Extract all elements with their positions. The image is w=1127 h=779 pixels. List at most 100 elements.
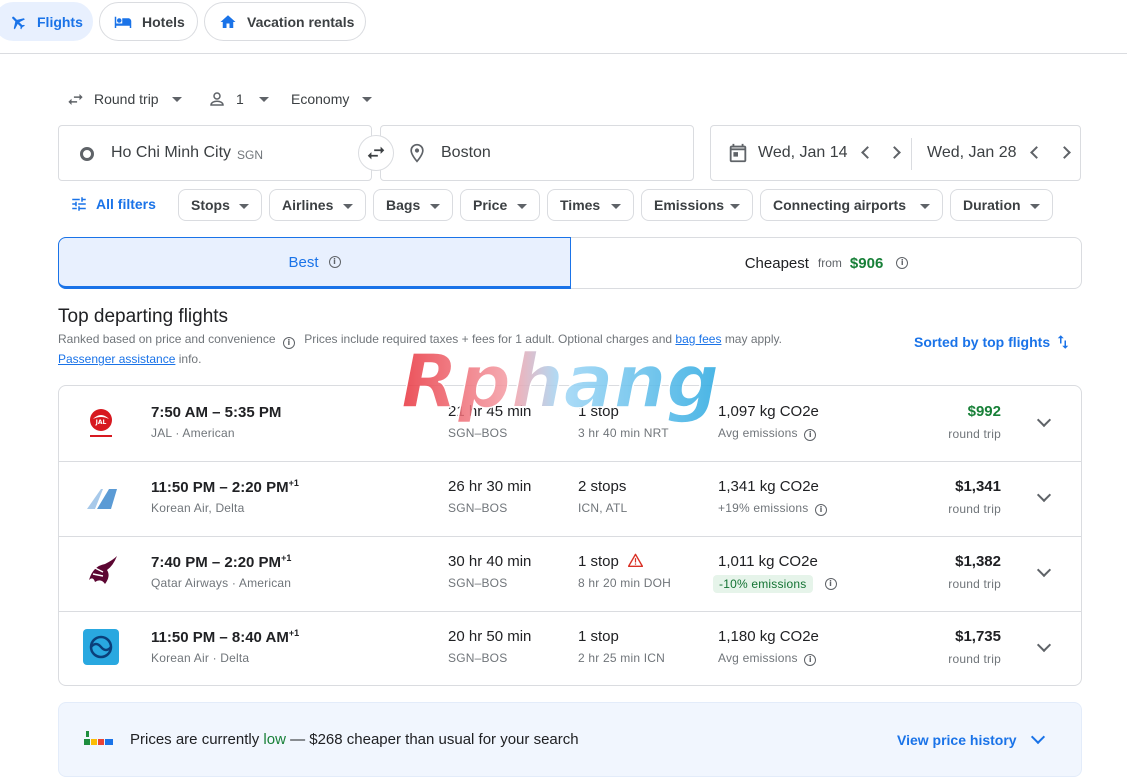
emissions-text: Avg emissions [718,426,798,440]
return-date[interactable]: Wed, Jan 28 [927,144,1017,162]
flight-row[interactable]: 11:50 PM – 8:40 AM+1 Korean Air · Delta … [59,611,1081,685]
filter-bags-label: Bags [386,197,421,213]
emissions-text: +19% emissions [718,501,809,515]
tab-vacation-rentals[interactable]: Vacation rentals [204,2,366,41]
destination-city: Boston [441,144,491,161]
depart-date[interactable]: Wed, Jan 14 [758,144,848,162]
price: $1,382 [955,553,1001,570]
plus-day: +1 [288,628,300,638]
tab-best[interactable]: Best i [58,237,571,289]
chevron-down-icon [730,204,740,209]
filter-airlines[interactable]: Airlines [269,189,366,221]
price: $992 [967,403,1001,420]
flight-times-text: 7:40 PM – 2:20 PM [151,554,282,571]
results-heading: Top departing flights [58,306,229,327]
depart-prev-button[interactable] [861,146,874,159]
flight-row[interactable]: JAL 7:50 AM – 5:35 PM JAL · American 21 … [59,386,1081,461]
depart-next-button[interactable] [888,146,901,159]
view-price-history-button[interactable]: View price history [897,729,1045,748]
info-icon[interactable]: i [804,654,817,666]
filter-connecting-airports[interactable]: Connecting airports [760,189,943,221]
filter-price-label: Price [473,197,508,213]
passengers-count: 1 [236,91,244,107]
filter-emissions-label: Emissions [654,197,725,213]
cheapest-from: from [817,256,842,270]
info-icon[interactable]: i [896,257,909,269]
price-type: round trip [948,427,1001,441]
origin-field[interactable]: Ho Chi Minh City SGN [58,125,372,181]
destination-field[interactable]: Boston [380,125,694,181]
bag-fees-link[interactable]: bag fees [675,332,721,346]
all-filters-button[interactable]: All filters [70,195,156,213]
tab-cheapest-label: Cheapest [744,254,809,272]
layover: 8 hr 20 min DOH [578,576,672,590]
price-type: round trip [948,652,1001,666]
flight-times: 7:40 PM – 2:20 PM+1 [151,553,291,571]
airlines: Korean Air, Delta [151,501,245,515]
route: SGN–BOS [448,501,508,515]
chevron-down-icon [343,204,353,209]
info-icon[interactable]: i [328,256,341,268]
chevron-down-icon [611,204,621,209]
chevron-down-icon [1030,204,1040,209]
origin-code: SGN [237,148,264,162]
warning-icon[interactable] [627,553,644,567]
tab-cheapest[interactable]: Cheapest from $906 i [571,237,1082,289]
expand-chevron-icon[interactable] [1036,487,1052,503]
layover: ICN, ATL [578,501,628,515]
swap-button[interactable] [358,135,394,171]
filter-price[interactable]: Price [460,189,540,221]
price-level-icon [84,731,113,745]
person-icon [208,90,226,108]
cheapest-price: $906 [849,254,884,272]
expand-chevron-icon[interactable] [1036,637,1052,653]
emissions: Avg emissions i [718,651,817,666]
route: SGN–BOS [448,426,508,440]
house-icon [219,13,237,31]
filter-times[interactable]: Times [547,189,634,221]
price-type: round trip [948,577,1001,591]
passenger-assistance-link[interactable]: Passenger assistance [58,352,175,366]
price-insight-text: Prices are currently low — $268 cheaper … [130,731,579,748]
top-nav: Flights Hotels Vacation rentals [0,0,1127,54]
filter-stops[interactable]: Stops [178,189,262,221]
chevron-down-icon [258,96,269,102]
tune-icon [72,197,86,211]
tab-hotels[interactable]: Hotels [99,2,198,41]
flight-row[interactable]: 7:40 PM – 2:20 PM+1 Qatar Airways · Amer… [59,536,1081,611]
sort-arrows-icon [1057,335,1069,349]
info-icon[interactable]: i [282,337,295,349]
assistance-line: Passenger assistance info. [58,352,201,366]
sort-button[interactable]: Sorted by top flights [914,332,1072,352]
co2: 1,097 kg CO2e [718,403,819,420]
filter-bags[interactable]: Bags [373,189,453,221]
info-icon[interactable]: i [804,429,817,441]
filter-times-label: Times [560,197,601,213]
return-next-button[interactable] [1058,146,1071,159]
flight-times-text: 11:50 PM – 8:40 AM [151,629,289,646]
return-prev-button[interactable] [1030,146,1043,159]
info-icon[interactable]: i [815,504,828,516]
filter-stops-label: Stops [191,197,230,213]
flight-row[interactable]: 11:50 PM – 2:20 PM+1 Korean Air, Delta 2… [59,461,1081,536]
cabin-select[interactable]: Economy [291,89,373,109]
filter-duration[interactable]: Duration [950,189,1053,221]
date-divider [911,138,912,170]
info-icon[interactable]: i [824,578,837,590]
plus-day: +1 [281,553,292,563]
route: SGN–BOS [448,651,508,665]
flight-times-text: 7:50 AM – 5:35 PM [151,404,282,421]
dates-field[interactable]: Wed, Jan 14 Wed, Jan 28 [710,125,1081,181]
expand-chevron-icon[interactable] [1036,412,1052,428]
route: SGN–BOS [448,576,508,590]
trip-type-select[interactable]: Round trip [66,89,182,109]
flight-times-text: 11:50 PM – 2:20 PM [151,479,289,496]
prices-note-post: may apply. [724,332,782,346]
stops: 2 stops [578,478,627,495]
price-insight-banner: Prices are currently low — $268 cheaper … [58,702,1082,777]
tab-flights[interactable]: Flights [0,2,93,41]
emissions-badge: -10% emissions [713,575,813,593]
filter-emissions[interactable]: Emissions [641,189,753,221]
passengers-select[interactable]: 1 [208,89,269,109]
expand-chevron-icon[interactable] [1036,562,1052,578]
